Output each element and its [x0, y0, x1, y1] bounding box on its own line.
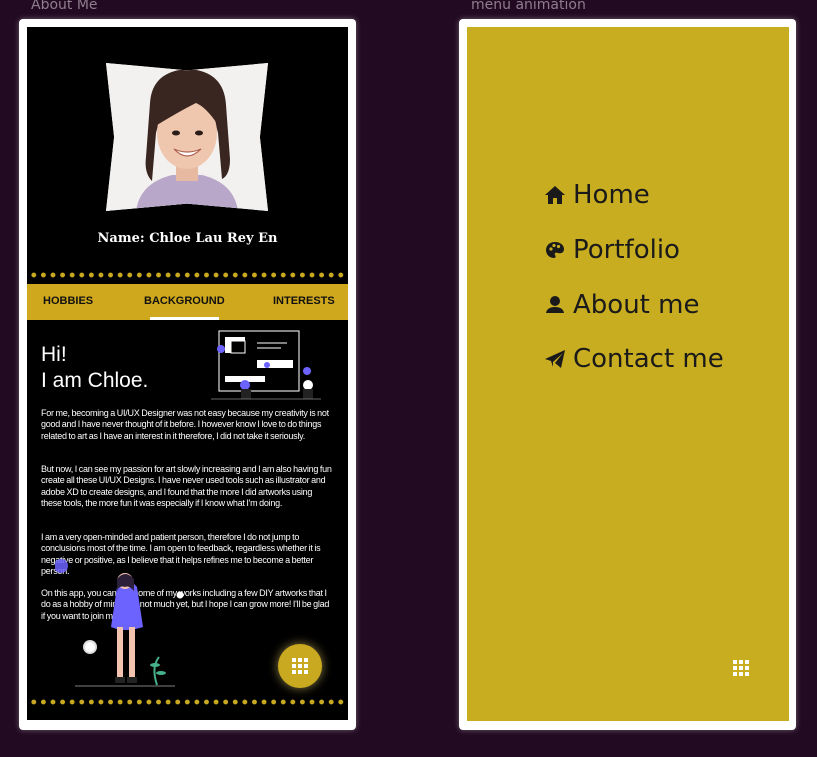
- tab-background[interactable]: BACKGROUND: [144, 284, 225, 320]
- profile-tab-bar: HOBBIES BACKGROUND INTERESTS: [27, 284, 348, 320]
- menu-item-about-label: About me: [573, 290, 700, 320]
- palette-icon: [543, 238, 567, 262]
- menu-item-contact[interactable]: Contact me: [543, 344, 724, 374]
- tab-interests[interactable]: INTERESTS: [273, 284, 335, 320]
- bio-paragraph-1: For me, becoming a UI/UX Designer was no…: [41, 408, 329, 441]
- website-illustration: [211, 330, 321, 400]
- menu-phone-frame: Home Portfolio About me Contact me: [459, 19, 796, 730]
- about-me-caption: About Me: [31, 0, 98, 13]
- dotted-divider-top: [27, 272, 348, 278]
- menu-toggle-button[interactable]: [733, 660, 749, 676]
- menu-item-home[interactable]: Home: [543, 180, 650, 210]
- menu-item-portfolio[interactable]: Portfolio: [543, 235, 680, 265]
- paper-plane-icon: [543, 347, 567, 371]
- profile-name: Name: Chloe Lau Rey En: [97, 231, 278, 246]
- dotted-divider-bottom: [27, 699, 348, 705]
- greeting-heading: Hi! I am Chloe.: [41, 343, 149, 392]
- menu-animation-caption: menu animation: [471, 0, 586, 13]
- about-me-phone-frame: Name: Chloe Lau Rey En HOBBIES BACKGROUN…: [19, 19, 356, 730]
- tab-hobbies[interactable]: HOBBIES: [43, 284, 93, 320]
- menu-item-portfolio-label: Portfolio: [573, 235, 680, 265]
- home-icon: [543, 183, 567, 207]
- grid-icon: [292, 658, 308, 674]
- profile-photo: [106, 63, 268, 211]
- menu-fab-button[interactable]: [278, 644, 322, 688]
- grid-icon: [733, 660, 749, 676]
- menu-item-contact-label: Contact me: [573, 344, 724, 374]
- menu-item-home-label: Home: [573, 180, 650, 210]
- user-icon: [543, 293, 567, 317]
- menu-screen: Home Portfolio About me Contact me: [467, 27, 789, 721]
- menu-item-about[interactable]: About me: [543, 290, 699, 320]
- bio-paragraph-2: But now, I can see my passion for art sl…: [41, 464, 332, 508]
- about-me-screen: Name: Chloe Lau Rey En HOBBIES BACKGROUN…: [27, 27, 348, 720]
- girl-illustration: [55, 559, 184, 687]
